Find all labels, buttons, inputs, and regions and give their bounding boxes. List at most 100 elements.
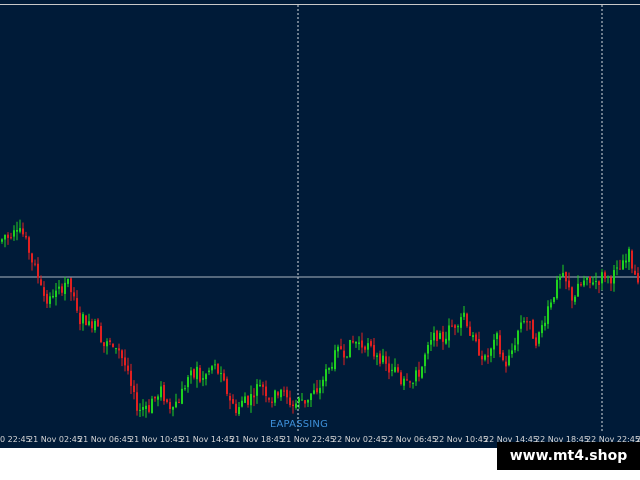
bear-candle — [535, 337, 537, 346]
bear-candle — [61, 286, 63, 293]
bull-candle — [382, 355, 384, 363]
bull-candle — [220, 373, 222, 375]
bear-candle — [166, 399, 168, 403]
bull-candle — [448, 325, 450, 341]
bear-candle — [388, 363, 390, 373]
bear-candle — [124, 357, 126, 366]
bear-candle — [76, 298, 78, 311]
bear-candle — [340, 346, 342, 350]
bear-candle — [121, 350, 123, 359]
bull-candle — [358, 342, 360, 345]
bull-candle — [574, 296, 576, 302]
bear-candle — [100, 326, 102, 343]
bear-candle — [235, 403, 237, 413]
bear-candle — [283, 390, 285, 392]
bull-candle — [595, 281, 597, 283]
bear-candle — [373, 345, 375, 357]
bear-candle — [70, 278, 72, 293]
bull-candle — [391, 369, 393, 372]
bull-candle — [313, 390, 315, 394]
bear-candle — [232, 399, 234, 404]
bull-candle — [298, 398, 300, 403]
bear-candle — [268, 398, 270, 400]
bull-candle — [139, 409, 141, 411]
bear-candle — [619, 268, 621, 270]
bull-candle — [496, 333, 498, 340]
bull-candle — [325, 369, 327, 382]
bull-candle — [301, 399, 303, 401]
bear-candle — [364, 346, 366, 350]
bear-candle — [229, 395, 231, 401]
bull-candle — [19, 228, 21, 232]
bear-candle — [10, 237, 12, 239]
time-tick-label: 22 Nov 10:45 — [434, 435, 488, 444]
bear-candle — [565, 271, 567, 282]
bear-candle — [199, 367, 201, 382]
bull-candle — [187, 377, 189, 388]
bear-candle — [505, 361, 507, 367]
bull-candle — [394, 367, 396, 372]
bear-candle — [97, 319, 99, 327]
bull-candle — [334, 350, 336, 370]
bull-candle — [67, 278, 69, 284]
bear-candle — [409, 381, 411, 383]
bear-candle — [148, 405, 150, 412]
bear-candle — [85, 315, 87, 326]
bull-candle — [523, 321, 525, 323]
bull-candle — [517, 330, 519, 345]
bull-candle — [115, 348, 117, 350]
bull-candle — [439, 333, 441, 339]
bull-candle — [94, 320, 96, 331]
bull-candle — [205, 374, 207, 380]
bear-candle — [25, 235, 27, 238]
bear-candle — [418, 369, 420, 377]
bear-candle — [286, 389, 288, 398]
bull-candle — [556, 279, 558, 299]
bear-candle — [478, 339, 480, 356]
bull-candle — [472, 335, 474, 338]
bull-candle — [514, 345, 516, 351]
bull-candle — [241, 400, 243, 407]
bear-candle — [163, 385, 165, 402]
bull-candle — [211, 366, 213, 371]
bear-candle — [262, 384, 264, 387]
bear-candle — [247, 395, 249, 405]
bear-candle — [223, 373, 225, 381]
bear-candle — [442, 331, 444, 342]
bull-candle — [430, 339, 432, 345]
bull-candle — [106, 341, 108, 347]
bull-candle — [520, 322, 522, 329]
bull-candle — [415, 370, 417, 382]
candlestick-plot[interactable] — [0, 0, 640, 432]
bull-candle — [319, 387, 321, 394]
bear-candle — [580, 284, 582, 286]
bear-candle — [169, 402, 171, 409]
price-chart[interactable]: EAPASSING — [0, 0, 640, 432]
bull-candle — [16, 230, 18, 232]
bull-candle — [238, 407, 240, 415]
bear-candle — [361, 340, 363, 348]
bear-candle — [79, 312, 81, 325]
bull-candle — [259, 385, 261, 387]
bear-candle — [610, 277, 612, 284]
bear-candle — [532, 320, 534, 339]
bull-candle — [346, 356, 348, 358]
bull-candle — [1, 239, 3, 242]
time-tick-label: 22 Nov 02:45 — [332, 435, 386, 444]
bull-candle — [511, 350, 513, 355]
bear-candle — [253, 395, 255, 398]
bear-candle — [304, 400, 306, 404]
bear-candle — [637, 273, 639, 283]
bull-candle — [214, 364, 216, 366]
bear-candle — [469, 326, 471, 336]
bear-candle — [589, 276, 591, 283]
bear-candle — [352, 341, 354, 343]
bull-candle — [52, 295, 54, 298]
bull-candle — [175, 401, 177, 408]
bull-candle — [463, 312, 465, 317]
bear-candle — [631, 250, 633, 269]
bear-candle — [487, 355, 489, 358]
bull-candle — [157, 396, 159, 400]
bull-candle — [490, 348, 492, 356]
bull-candle — [181, 388, 183, 404]
